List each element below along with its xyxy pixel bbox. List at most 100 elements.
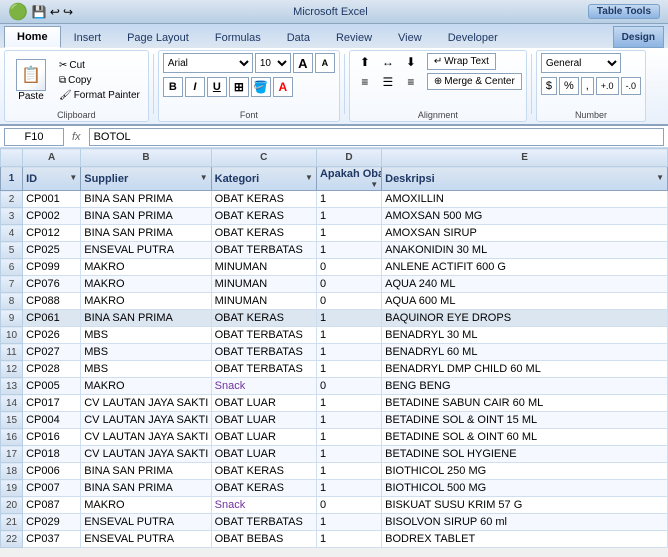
row-number[interactable]: 22 bbox=[1, 531, 23, 548]
deskripsi-cell[interactable]: ANAKONIDIN 30 ML bbox=[382, 242, 668, 259]
row-number[interactable]: 8 bbox=[1, 293, 23, 310]
supplier-cell[interactable]: CV LAUTAN JAYA SAKTI bbox=[81, 412, 211, 429]
col-id-header[interactable]: ID ▼ bbox=[23, 167, 81, 191]
deskripsi-cell[interactable]: AMOXILLIN bbox=[382, 191, 668, 208]
comma-button[interactable]: , bbox=[581, 77, 594, 95]
underline-button[interactable]: U bbox=[207, 77, 227, 97]
id-cell[interactable]: CP017 bbox=[23, 395, 81, 412]
deskripsi-cell[interactable]: BIOTHICOL 250 MG bbox=[382, 463, 668, 480]
deskripsi-cell[interactable]: AMOXSAN 500 MG bbox=[382, 208, 668, 225]
id-cell[interactable]: CP016 bbox=[23, 429, 81, 446]
kategori-cell[interactable]: OBAT LUAR bbox=[211, 429, 316, 446]
supplier-cell[interactable]: MAKRO bbox=[81, 259, 211, 276]
row-number[interactable]: 20 bbox=[1, 497, 23, 514]
currency-button[interactable]: $ bbox=[541, 77, 557, 95]
decrease-decimal-button[interactable]: -.0 bbox=[621, 77, 642, 95]
row-number[interactable]: 21 bbox=[1, 514, 23, 531]
deskripsi-cell[interactable]: BETADINE SOL HYGIENE bbox=[382, 446, 668, 463]
row-number[interactable]: 3 bbox=[1, 208, 23, 225]
supplier-cell[interactable]: BINA SAN PRIMA bbox=[81, 191, 211, 208]
obat-cell[interactable]: 0 bbox=[316, 293, 381, 310]
obat-cell[interactable]: 0 bbox=[316, 276, 381, 293]
redo-icon[interactable]: ↪ bbox=[63, 5, 73, 19]
border-button[interactable]: ⊞ bbox=[229, 77, 249, 97]
tab-design[interactable]: Design bbox=[613, 26, 664, 48]
row-number[interactable]: 15 bbox=[1, 412, 23, 429]
tab-page-layout[interactable]: Page Layout bbox=[114, 26, 202, 48]
row-number[interactable]: 5 bbox=[1, 242, 23, 259]
cell-reference-input[interactable] bbox=[4, 128, 64, 146]
paste-button[interactable]: 📋 Paste bbox=[9, 54, 53, 107]
kategori-cell[interactable]: MINUMAN bbox=[211, 293, 316, 310]
obat-cell[interactable]: 1 bbox=[316, 191, 381, 208]
id-cell[interactable]: CP027 bbox=[23, 344, 81, 361]
id-cell[interactable]: CP099 bbox=[23, 259, 81, 276]
supplier-cell[interactable]: MAKRO bbox=[81, 497, 211, 514]
deskripsi-cell[interactable]: ANLENE ACTIFIT 600 G bbox=[382, 259, 668, 276]
merge-center-button[interactable]: ⊕ Merge & Center bbox=[427, 73, 522, 90]
supplier-cell[interactable]: BINA SAN PRIMA bbox=[81, 463, 211, 480]
obat-cell[interactable]: 1 bbox=[316, 514, 381, 531]
fill-color-button[interactable]: 🪣 bbox=[251, 77, 271, 97]
align-center-button[interactable]: ☰ bbox=[377, 73, 399, 91]
tab-data[interactable]: Data bbox=[274, 26, 323, 48]
font-size-select[interactable]: 10 bbox=[255, 53, 291, 73]
obat-cell[interactable]: 1 bbox=[316, 429, 381, 446]
id-cell[interactable]: CP005 bbox=[23, 378, 81, 395]
kategori-cell[interactable]: Snack bbox=[211, 497, 316, 514]
align-top-button[interactable]: ⬆ bbox=[354, 53, 376, 71]
kategori-cell[interactable]: OBAT TERBATAS bbox=[211, 344, 316, 361]
supplier-cell[interactable]: MAKRO bbox=[81, 378, 211, 395]
id-cell[interactable]: CP001 bbox=[23, 191, 81, 208]
col-header-b[interactable]: B bbox=[81, 149, 211, 167]
obat-cell[interactable]: 1 bbox=[316, 531, 381, 548]
col-obat-header[interactable]: Apakah Obat ▼ bbox=[316, 167, 381, 191]
number-format-select[interactable]: General bbox=[541, 53, 621, 73]
obat-cell[interactable]: 1 bbox=[316, 463, 381, 480]
deskripsi-cell[interactable]: BENADRYL 30 ML bbox=[382, 327, 668, 344]
formula-input[interactable] bbox=[89, 128, 664, 146]
kategori-cell[interactable]: OBAT TERBATAS bbox=[211, 242, 316, 259]
align-right-button[interactable]: ≡ bbox=[400, 73, 422, 91]
align-left-button[interactable]: ≡ bbox=[354, 73, 376, 91]
id-cell[interactable]: CP025 bbox=[23, 242, 81, 259]
row-number[interactable]: 11 bbox=[1, 344, 23, 361]
tab-view[interactable]: View bbox=[385, 26, 435, 48]
deskripsi-cell[interactable]: BETADINE SABUN CAIR 60 ML bbox=[382, 395, 668, 412]
row-number[interactable]: 4 bbox=[1, 225, 23, 242]
id-cell[interactable]: CP012 bbox=[23, 225, 81, 242]
supplier-cell[interactable]: CV LAUTAN JAYA SAKTI bbox=[81, 395, 211, 412]
wrap-text-button[interactable]: ↵ Wrap Text bbox=[427, 53, 496, 70]
col-header-d[interactable]: D bbox=[316, 149, 381, 167]
row-number[interactable]: 14 bbox=[1, 395, 23, 412]
deskripsi-cell[interactable]: BODREX TABLET bbox=[382, 531, 668, 548]
row-number[interactable]: 18 bbox=[1, 463, 23, 480]
id-cell[interactable]: CP028 bbox=[23, 361, 81, 378]
kategori-cell[interactable]: OBAT KERAS bbox=[211, 463, 316, 480]
obat-cell[interactable]: 0 bbox=[316, 378, 381, 395]
supplier-cell[interactable]: BINA SAN PRIMA bbox=[81, 225, 211, 242]
supplier-cell[interactable]: MAKRO bbox=[81, 276, 211, 293]
supplier-cell[interactable]: CV LAUTAN JAYA SAKTI bbox=[81, 446, 211, 463]
row-number[interactable]: 2 bbox=[1, 191, 23, 208]
row-number[interactable]: 19 bbox=[1, 480, 23, 497]
deskripsi-cell[interactable]: AQUA 240 ML bbox=[382, 276, 668, 293]
supplier-cell[interactable]: ENSEVAL PUTRA bbox=[81, 242, 211, 259]
col-supplier-header[interactable]: Supplier ▼ bbox=[81, 167, 211, 191]
obat-cell[interactable]: 1 bbox=[316, 446, 381, 463]
obat-cell[interactable]: 1 bbox=[316, 208, 381, 225]
supplier-cell[interactable]: MBS bbox=[81, 361, 211, 378]
id-cell[interactable]: CP087 bbox=[23, 497, 81, 514]
kategori-cell[interactable]: OBAT BEBAS bbox=[211, 531, 316, 548]
id-cell[interactable]: CP007 bbox=[23, 480, 81, 497]
col-header-e[interactable]: E bbox=[382, 149, 668, 167]
font-color-button[interactable]: A bbox=[273, 77, 293, 97]
supplier-cell[interactable]: BINA SAN PRIMA bbox=[81, 480, 211, 497]
tab-developer[interactable]: Developer bbox=[435, 26, 511, 48]
deskripsi-cell[interactable]: BISOLVON SIRUP 60 ml bbox=[382, 514, 668, 531]
row-number[interactable]: 16 bbox=[1, 429, 23, 446]
undo-icon[interactable]: ↩ bbox=[50, 5, 60, 19]
id-cell[interactable]: CP006 bbox=[23, 463, 81, 480]
row-number[interactable]: 12 bbox=[1, 361, 23, 378]
kategori-cell[interactable]: OBAT KERAS bbox=[211, 480, 316, 497]
